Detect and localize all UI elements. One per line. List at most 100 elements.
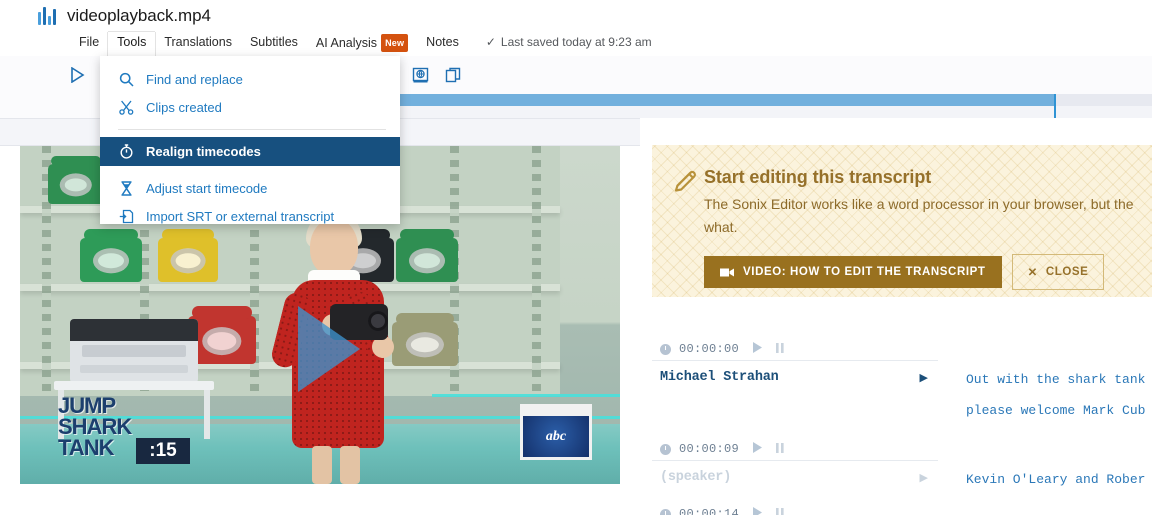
menu-bar: File Tools Translations Subtitles AI Ana… [0,32,1152,56]
play-overlay-icon[interactable] [298,306,360,392]
video-camera-icon [720,268,734,276]
timecode-row[interactable]: 00:00:09 [652,438,1152,460]
progress-fill [396,94,1054,106]
clock-icon [660,443,671,455]
show-logo-overlay: JUMP SHARK TANK :15 [58,393,190,466]
timecode-value: 00:00:14 [679,507,740,515]
speaker-name: (speaker) [660,470,732,485]
segment-line: Out with the shark tank [966,372,1146,387]
play-button[interactable] [66,64,88,86]
segment-text[interactable]: Out with the shark tank please welcome M… [938,360,1145,426]
play-icon [753,507,763,515]
overlay-countdown-value: :15 [149,440,177,461]
pause-icon [776,443,784,453]
menu-item-subtitles-label: Subtitles [249,35,298,49]
infobox-actions: VIDEO: HOW TO EDIT THE TRANSCRIPT ✕ CLOS… [704,254,1152,290]
speaker-field[interactable]: (speaker) ▶ [652,460,938,495]
menu-option-find-and-replace[interactable]: Find and replace [100,65,400,93]
transcript-list: 00:00:00 Michael Strahan ▶ Out with the … [652,338,1152,515]
menu-item-ai-analysis[interactable]: AI Analysis New [307,32,417,58]
prop-printer [70,319,198,383]
menu-option-label: Import SRT or external transcript [146,208,335,224]
menu-option-adjust-start-timecode[interactable]: Adjust start timecode [100,174,400,202]
menu-item-translations[interactable]: Translations [155,32,241,56]
sonix-waveform-logo-icon [38,7,56,25]
sonix-editor-window: videoplayback.mp4 File Tools Translation… [0,0,1152,515]
menu-option-clips-created[interactable]: Clips created [100,93,400,121]
menu-item-ai-analysis-label: AI Analysis [315,36,378,50]
network-logo-bug: abc [520,404,592,460]
menu-option-realign-timecodes[interactable]: Realign timecodes [100,137,400,166]
scissors-icon [118,99,134,115]
tools-dropdown-menu: Find and replace Clips created Realign t… [100,56,400,224]
playhead-marker[interactable] [1053,94,1056,118]
segment-line: please welcome Mark Cub [966,403,1146,418]
transcript-segment: (speaker) ▶ Kevin O'Leary and Rober [652,460,1152,495]
globe-translate-icon [412,67,428,82]
segment-pause-button[interactable] [776,340,784,358]
stopwatch-icon [118,144,134,160]
overlay-countdown-timer: :15 [136,438,190,464]
menu-option-label: Find and replace [146,71,243,87]
hourglass-icon [118,180,134,196]
watch-video-button-label: VIDEO: HOW TO EDIT THE TRANSCRIPT [743,266,986,278]
menu-item-notes-label: Notes [426,35,459,49]
play-icon [753,342,763,353]
document-title: videoplayback.mp4 [67,6,211,25]
menu-option-label: Realign timecodes [146,144,261,159]
close-infobox-label: CLOSE [1045,266,1089,278]
transcript-panel: Start editing this transcript The Sonix … [640,118,1152,515]
pencil-icon [674,170,696,192]
menu-item-file[interactable]: File [70,32,108,56]
check-icon: ✓ [485,35,496,49]
segment-text[interactable]: Kevin O'Leary and Rober [938,460,1145,495]
translate-button[interactable] [410,65,430,85]
segment-play-button[interactable] [753,505,763,515]
speaker-field[interactable]: Michael Strahan ▶ [652,360,938,426]
progress-track[interactable] [396,94,1152,106]
caret-right-icon[interactable]: ▶ [920,370,928,386]
start-editing-infobox: Start editing this transcript The Sonix … [652,145,1152,297]
clock-icon [660,343,671,355]
transcript-segment: Michael Strahan ▶ Out with the shark tan… [652,360,1152,426]
menu-item-tools[interactable]: Tools [108,32,156,56]
title-bar: videoplayback.mp4 [0,0,1152,32]
caret-right-icon[interactable]: ▶ [920,470,928,486]
menu-divider [118,129,386,130]
segment-pause-button[interactable] [776,440,784,458]
pause-icon [776,508,784,515]
timecode-value: 00:00:09 [679,442,740,456]
menu-option-label: Clips created [146,99,222,115]
menu-item-tools-label: Tools [117,35,147,49]
search-icon [118,71,134,87]
menu-option-import-srt[interactable]: Import SRT or external transcript [100,202,400,230]
clock-icon [660,508,671,515]
menu-item-file-label: File [79,35,100,49]
overlay-title-line1: JUMP [58,393,116,418]
speaker-name: Michael Strahan [660,370,779,385]
save-status: ✓ Last saved today at 9:23 am [486,32,652,49]
close-infobox-button[interactable]: ✕ CLOSE [1011,254,1105,290]
play-icon [753,442,763,453]
infobox-body: The Sonix Editor works like a word proce… [704,196,1134,235]
copy-button[interactable] [443,65,463,85]
segment-line: Kevin O'Leary and Rober [966,472,1146,487]
import-file-icon [118,208,134,224]
toolbar-right-group [396,65,463,85]
segment-play-button[interactable] [753,440,763,458]
overlay-title-line2: SHARK [58,414,132,439]
menu-option-label: Adjust start timecode [146,180,268,196]
menu-item-translations-label: Translations [164,35,232,49]
segment-play-button[interactable] [753,340,763,358]
segment-pause-button[interactable] [776,505,784,515]
menu-item-subtitles[interactable]: Subtitles [241,32,307,56]
watch-video-button[interactable]: VIDEO: HOW TO EDIT THE TRANSCRIPT [704,256,1002,288]
timecode-row[interactable]: 00:00:14 [652,503,1152,515]
save-status-label: Last saved today at 9:23 am [500,35,652,49]
timecode-value: 00:00:00 [679,342,740,356]
progress-under-band [396,106,1152,118]
menu-item-notes[interactable]: Notes [417,32,468,56]
overlay-title-line3: TANK [58,435,114,460]
new-badge: New [381,34,409,52]
timecode-row[interactable]: 00:00:00 [652,338,1152,360]
